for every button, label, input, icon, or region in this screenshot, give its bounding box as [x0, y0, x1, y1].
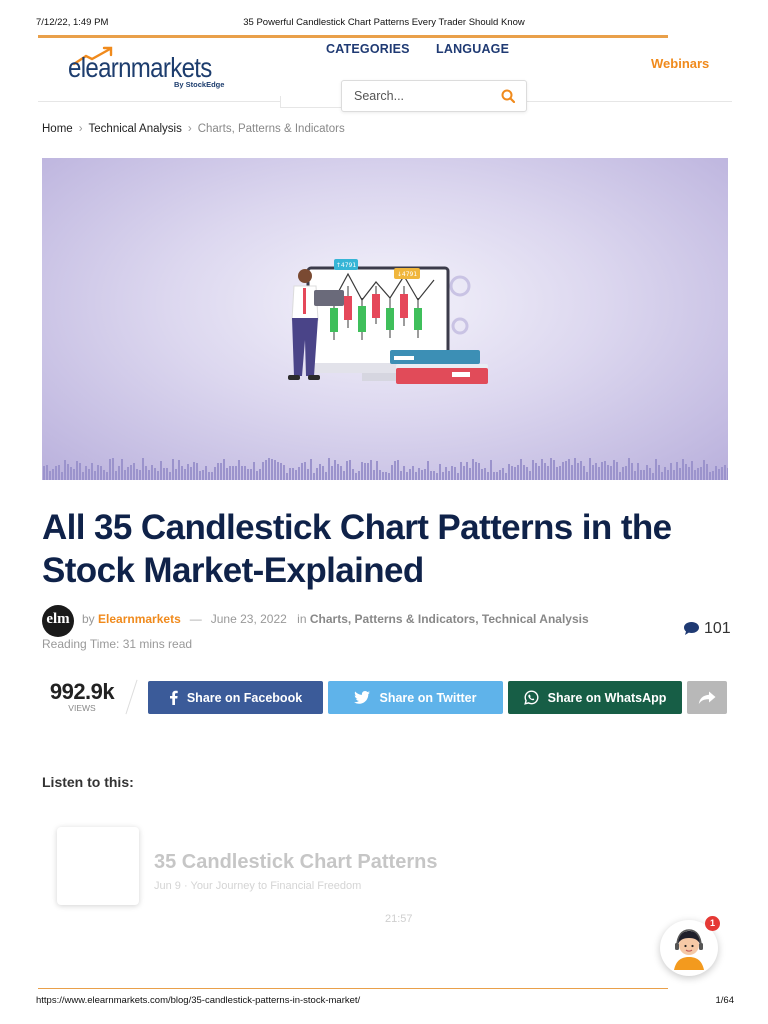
views-divider — [125, 679, 138, 715]
whatsapp-icon — [523, 690, 539, 705]
podcast-title[interactable]: 35 Candlestick Chart Patterns — [154, 851, 460, 874]
nav-categories[interactable]: CATEGORIES — [326, 42, 410, 56]
breadcrumb-chevron-icon: › — [78, 123, 83, 135]
facebook-icon — [169, 690, 178, 705]
podcast-thumbnail[interactable] — [57, 827, 139, 905]
twitter-icon — [354, 691, 371, 704]
podcast-subtitle: Jun 9 · Your Journey to Financial Freedo… — [154, 880, 362, 892]
share-whatsapp-label: Share on WhatsApp — [547, 690, 667, 705]
breadcrumb-current[interactable]: Charts, Patterns & Indicators — [198, 123, 345, 135]
site-logo[interactable]: elearnmarkets By StockEdge — [66, 46, 226, 96]
gear-icon — [449, 275, 471, 335]
print-title: 35 Powerful Candlestick Chart Patterns E… — [243, 17, 525, 28]
comments-count: 101 — [704, 620, 731, 637]
views-count: 992.9k — [49, 679, 115, 704]
price-tag-up: ↑4791 — [336, 262, 356, 269]
logo-tagline: By StockEdge — [174, 80, 225, 89]
breadcrumb-home[interactable]: Home — [42, 123, 73, 135]
share-twitter-button[interactable]: Share on Twitter — [328, 681, 503, 714]
avatar-text: elm — [46, 611, 70, 627]
breadcrumb: Home › Technical Analysis › Charts, Patterns… — [42, 123, 345, 135]
hero-image: ↑4791 ↓4791 — [42, 158, 728, 480]
share-more-button[interactable] — [687, 681, 727, 714]
category-link-charts[interactable]: Charts, Patterns & Indicators — [310, 612, 475, 626]
price-tag-down: ↓4791 — [397, 271, 417, 278]
views-counter: 992.9k VIEWS — [42, 679, 122, 713]
comments-link[interactable]: 101 — [683, 620, 731, 638]
share-whatsapp-button[interactable]: Share on WhatsApp — [508, 681, 682, 714]
share-forward-icon — [698, 691, 716, 704]
print-url: https://www.elearnmarkets.com/blog/35-ca… — [36, 995, 361, 1006]
article-meta: by Elearnmarkets — June 23, 2022 in Charts… — [82, 612, 589, 626]
search-input[interactable] — [354, 87, 494, 105]
author-avatar[interactable]: elm — [42, 605, 74, 637]
author-link[interactable]: Elearnmarkets — [98, 612, 181, 626]
publish-date: June 23, 2022 — [210, 612, 287, 626]
breadcrumb-section[interactable]: Technical Analysis — [89, 123, 182, 135]
comment-icon — [684, 622, 699, 635]
chat-notification-badge: 1 — [705, 916, 720, 931]
header-top-rule — [38, 35, 668, 38]
article-title: All 35 Candlestick Chart Patterns in the… — [42, 508, 672, 590]
hero-illustration: ↑4791 ↓4791 — [43, 259, 728, 480]
meta-in: in — [297, 612, 307, 626]
share-twitter-label: Share on Twitter — [379, 690, 477, 705]
search-icon[interactable] — [501, 89, 515, 103]
category-separator: , — [475, 612, 479, 626]
nav-tab-shape — [280, 96, 346, 108]
listen-heading: Listen to this: — [42, 774, 134, 790]
print-page-number: 1/64 — [715, 995, 735, 1006]
share-facebook-button[interactable]: Share on Facebook — [148, 681, 323, 714]
print-header: 7/12/22, 1:49 PM 35 Powerful Candlestick… — [0, 17, 768, 31]
podcast-duration: 21:57 — [385, 913, 413, 925]
category-link-technical[interactable]: Technical Analysis — [482, 612, 589, 626]
share-facebook-label: Share on Facebook — [186, 690, 303, 705]
search-box — [341, 80, 527, 112]
meta-dash: — — [189, 612, 202, 626]
breadcrumb-chevron-icon: › — [187, 123, 192, 135]
reading-time: Reading Time: 31 mins read — [42, 637, 193, 651]
meta-by: by — [82, 612, 95, 626]
nav-language[interactable]: LANGUAGE — [436, 42, 509, 56]
decorative-bars — [43, 458, 728, 480]
footer-rule — [38, 988, 668, 989]
nav-webinars-link[interactable]: Webinars — [651, 56, 709, 71]
